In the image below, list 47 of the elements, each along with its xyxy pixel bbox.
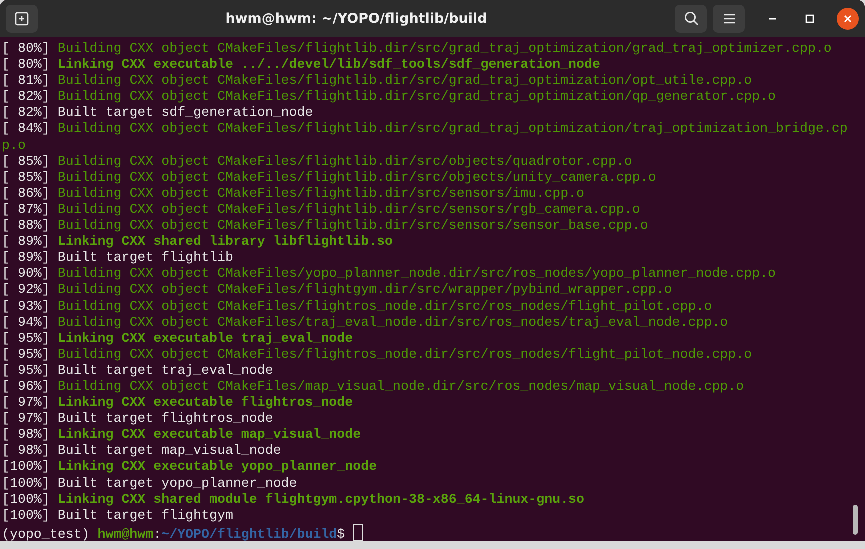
user-host: hwm@hwm: [98, 526, 154, 541]
build-message: [ 85%] Building CXX object CMakeFiles/flightlib.dir/src/objects/quadrotor.cpp.o: [2, 154, 634, 170]
maximize-icon: [805, 14, 815, 24]
build-message: [ 85%] Building CXX object CMakeFiles/flightlib.dir/src/objects/unity_camera.cpp.o: [2, 170, 658, 186]
build-message: [ 86%] Building CXX object CMakeFiles/flightlib.dir/src/sensors/imu.cpp.o: [2, 186, 586, 202]
link-message: [ 80%] Linking CXX executable ../../devel/lib/sdf_tools/sdf_generation_node: [2, 57, 602, 74]
search-button[interactable]: [675, 4, 707, 32]
new-tab-icon: [15, 12, 29, 26]
build-message: [ 81%] Building CXX object CMakeFiles/flightlib.dir/src/grad_traj_optimization/opt_utile.cpp.o: [2, 73, 754, 90]
built-message: [ 98%] Built target map_visual_node: [2, 443, 282, 460]
built-message: [ 95%] Built target traj_eval_node: [2, 362, 274, 379]
environment-name: (yopo_test): [2, 526, 90, 541]
build-message: [ 87%] Building CXX object CMakeFiles/flightlib.dir/src/sensors/rgb_camera.cpp.o: [2, 202, 642, 218]
build-message: [ 95%] Building CXX object CMakeFiles/flightros_node.dir/src/ros_nodes/flight_pilot_node.cpp.o: [2, 346, 754, 363]
prompt-separator: :: [154, 526, 162, 541]
built-message: [100%] Built target yopo_planner_node: [2, 476, 298, 492]
scrollbar-thumb[interactable]: [853, 505, 858, 535]
search-icon: [684, 11, 698, 26]
prompt-symbol: $: [337, 526, 346, 541]
link-message: [100%] Linking CXX shared module flightgym.cpython-38-x86_64-linux-gnu.so: [2, 492, 586, 508]
menu-icon: [722, 12, 736, 24]
build-message: [ 82%] Building CXX object CMakeFiles/flightlib.dir/src/grad_traj_optimization/qp_generator.cpp.o: [2, 89, 778, 106]
link-message: [100%] Linking CXX executable yopo_planner_node: [2, 459, 378, 476]
text-cursor: [353, 524, 364, 541]
menu-button[interactable]: [713, 4, 745, 32]
build-message: [ 90%] Building CXX object CMakeFiles/yopo_planner_node.dir/src/ros_nodes/yopo_planner_node.cpp.o: [2, 266, 778, 282]
build-message: [ 80%] Building CXX object CMakeFiles/flightlib.dir/src/grad_traj_optimization/grad_traj_optimizer.cpp.o: [2, 41, 833, 58]
build-message: [ 84%] Building CXX object CMakeFiles/flightlib.dir/src/grad_traj_optimization/traj_optimization_bridge.cpp.o: [2, 121, 849, 154]
build-message: [ 88%] Building CXX object CMakeFiles/flightlib.dir/src/sensors/sensor_base.cpp.o: [2, 218, 650, 234]
build-message: [ 93%] Building CXX object CMakeFiles/flightros_node.dir/src/ros_nodes/flight_pilot.cpp.o: [2, 298, 714, 315]
close-icon: [843, 14, 853, 24]
built-message: [ 89%] Built target flightlib: [2, 250, 234, 266]
build-message: [ 94%] Building CXX object CMakeFiles/traj_eval_node.dir/src/ros_nodes/traj_eval_node.cpp.o: [2, 314, 730, 331]
window-title: hwm@hwm: ~/YOPO/flightlib/build: [224, 10, 488, 26]
build-message: [ 96%] Building CXX object CMakeFiles/map_visual_node.dir/src/ros_nodes/map_visual_node.cpp.o: [2, 378, 746, 396]
link-message: [ 95%] Linking CXX executable traj_eval_node: [2, 330, 354, 347]
link-message: [ 98%] Linking CXX executable map_visual_node: [2, 427, 362, 444]
new-tab-button[interactable]: [6, 4, 38, 32]
built-message: [ 82%] Built target sdf_generation_node: [2, 105, 314, 122]
built-message: [ 97%] Built target flightros_node: [2, 411, 274, 428]
build-message: [ 92%] Building CXX object CMakeFiles/flightgym.dir/src/wrapper/pybind_wrapper.cpp.o: [2, 282, 674, 298]
built-message: [100%] Built target flightgym: [2, 508, 234, 524]
link-message: [ 97%] Linking CXX executable flightros_node: [2, 395, 354, 412]
link-message: [ 89%] Linking CXX shared library libflightlib.so: [2, 234, 394, 250]
working-directory: ~/YOPO/flightlib/build: [162, 526, 338, 541]
minimize-icon: [768, 18, 776, 20]
close-button[interactable]: [837, 8, 859, 30]
